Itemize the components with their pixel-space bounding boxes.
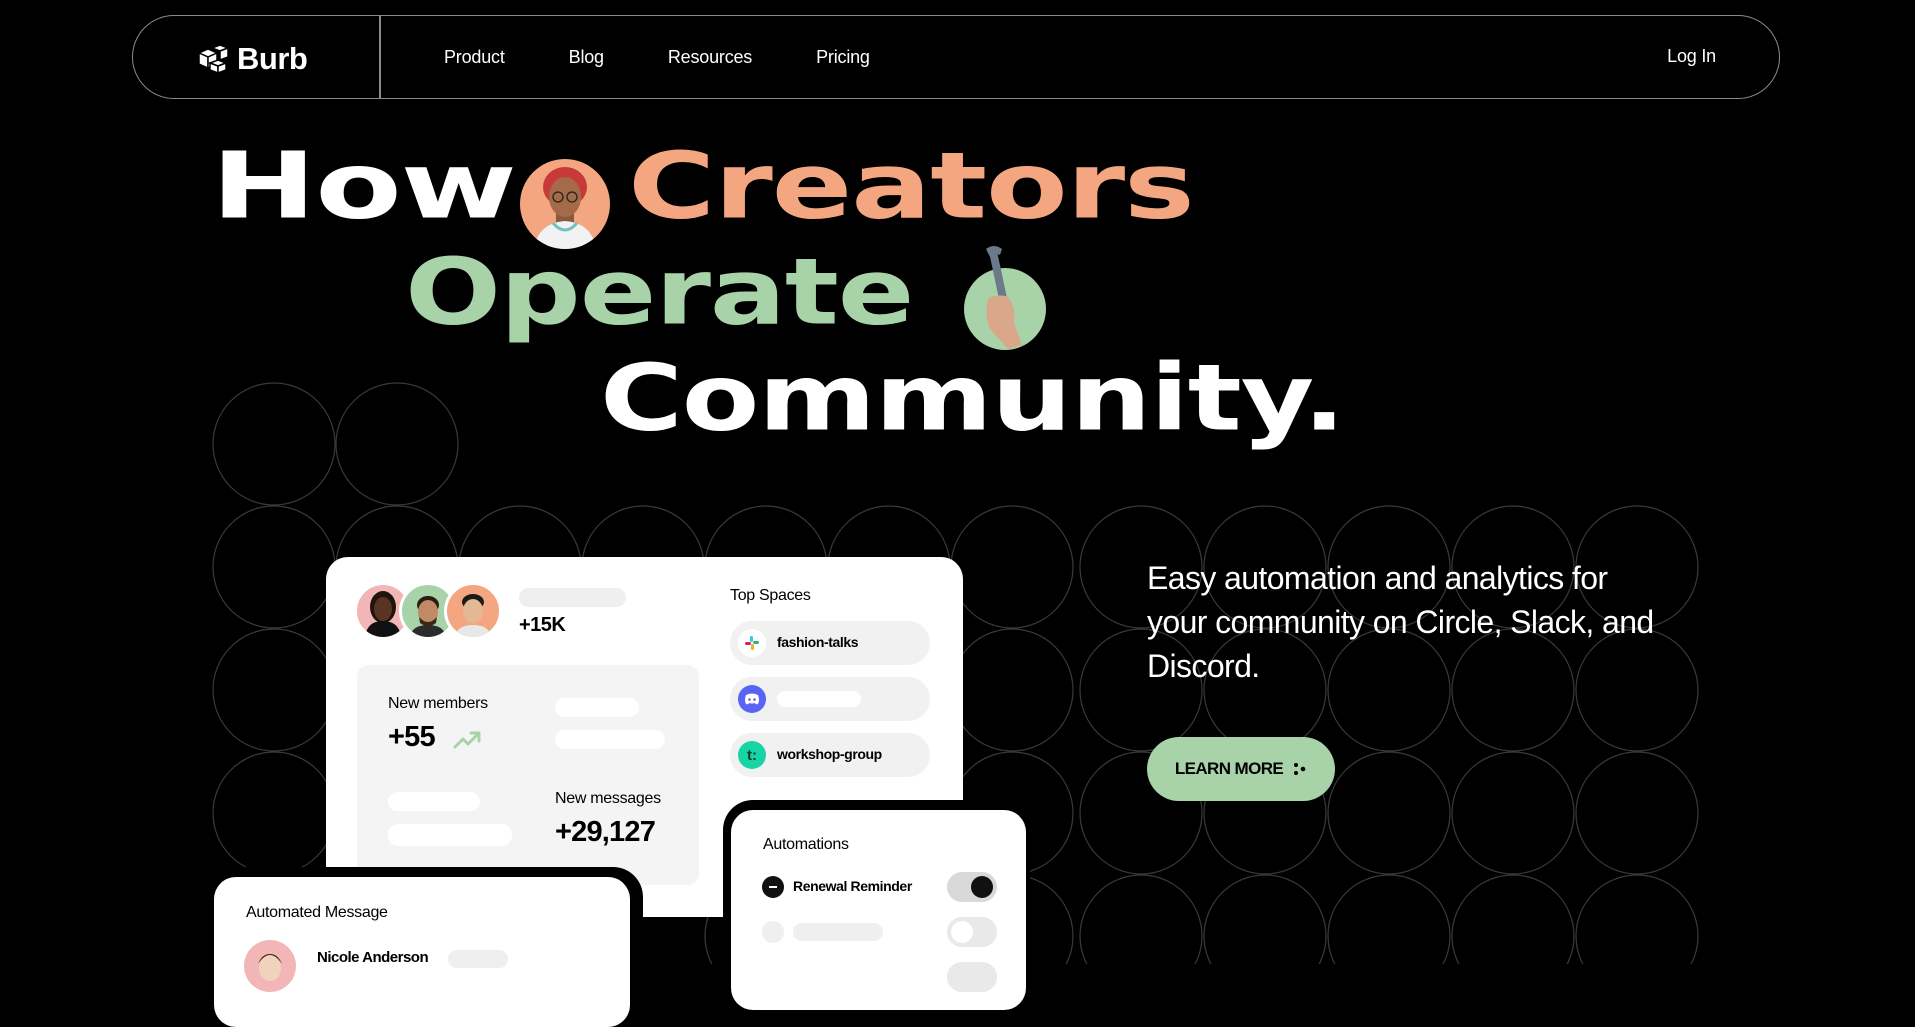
discord-icon xyxy=(738,685,766,713)
renewal-reminder-toggle[interactable] xyxy=(947,872,997,902)
automation-toggle-off[interactable] xyxy=(947,917,997,947)
hero-tagline: Easy automation and analytics for your c… xyxy=(1147,560,1654,684)
brand-logo[interactable]: Burb xyxy=(195,41,308,77)
placeholder-bar xyxy=(519,588,626,607)
slack-icon xyxy=(738,629,766,657)
space-name: fashion-talks xyxy=(777,634,859,650)
automation-renewal-reminder: Renewal Reminder xyxy=(793,878,912,894)
new-members-label: New members xyxy=(388,695,488,712)
new-members-value: +55 xyxy=(388,721,436,753)
headline-word-community: Community. xyxy=(600,343,1346,452)
placeholder-bar xyxy=(448,950,508,968)
headline-word-operate: Operate xyxy=(405,237,914,346)
placeholder-bar xyxy=(793,923,883,941)
automation-icon xyxy=(762,876,784,898)
nav-link-pricing[interactable]: Pricing xyxy=(816,47,870,68)
top-navbar: Burb Product Blog Resources Pricing Log … xyxy=(132,15,1780,99)
headline-word-how: How xyxy=(211,131,517,240)
space-name: workshop-group xyxy=(777,746,882,762)
top-spaces-title: Top Spaces xyxy=(730,587,811,604)
nav-links: Product Blog Resources Pricing xyxy=(444,16,934,98)
nav-link-product[interactable]: Product xyxy=(444,47,505,68)
nav-link-resources[interactable]: Resources xyxy=(668,47,752,68)
circle-t-icon: t: xyxy=(738,741,766,769)
members-count: +15K xyxy=(519,614,566,636)
new-messages-value: +29,127 xyxy=(555,816,656,848)
boxes-logo-icon xyxy=(197,44,231,75)
learn-more-button[interactable]: LEARN MORE xyxy=(1147,737,1335,801)
placeholder-dot xyxy=(762,921,784,943)
space-item-workshop-group[interactable]: t: workshop-group xyxy=(730,733,930,777)
learn-more-label: LEARN MORE xyxy=(1174,759,1284,778)
placeholder-bar xyxy=(555,730,665,749)
sender-avatar xyxy=(244,940,296,992)
automated-message-title: Automated Message xyxy=(246,904,388,921)
brand-name: Burb xyxy=(237,41,308,76)
placeholder-bar xyxy=(388,824,512,846)
wrench-hand-icon xyxy=(964,245,1046,355)
space-item-discord[interactable] xyxy=(730,677,930,721)
automation-toggle-off[interactable] xyxy=(947,962,997,992)
automated-message-card: Automated Message Nicole Anderson xyxy=(214,877,630,1027)
new-messages-label: New messages xyxy=(555,790,661,807)
login-link[interactable]: Log In xyxy=(1667,46,1716,67)
automations-title: Automations xyxy=(763,836,849,853)
space-item-fashion-talks[interactable]: fashion-talks xyxy=(730,621,930,665)
sender-name: Nicole Anderson xyxy=(317,949,429,966)
automations-card: Automations Renewal Reminder xyxy=(731,810,1026,1010)
trend-up-icon xyxy=(453,731,481,749)
member-avatar xyxy=(444,582,502,640)
nav-link-blog[interactable]: Blog xyxy=(569,47,604,68)
stats-panel: New members +55 New messages +29,127 xyxy=(357,665,699,885)
placeholder-bar xyxy=(555,698,639,717)
creator-portrait xyxy=(520,159,610,249)
placeholder-bar xyxy=(777,691,861,707)
headline-word-creators: Creators xyxy=(628,131,1195,240)
placeholder-bar xyxy=(388,792,480,811)
dots-arrow-icon xyxy=(1294,763,1306,775)
nav-divider xyxy=(379,16,381,98)
